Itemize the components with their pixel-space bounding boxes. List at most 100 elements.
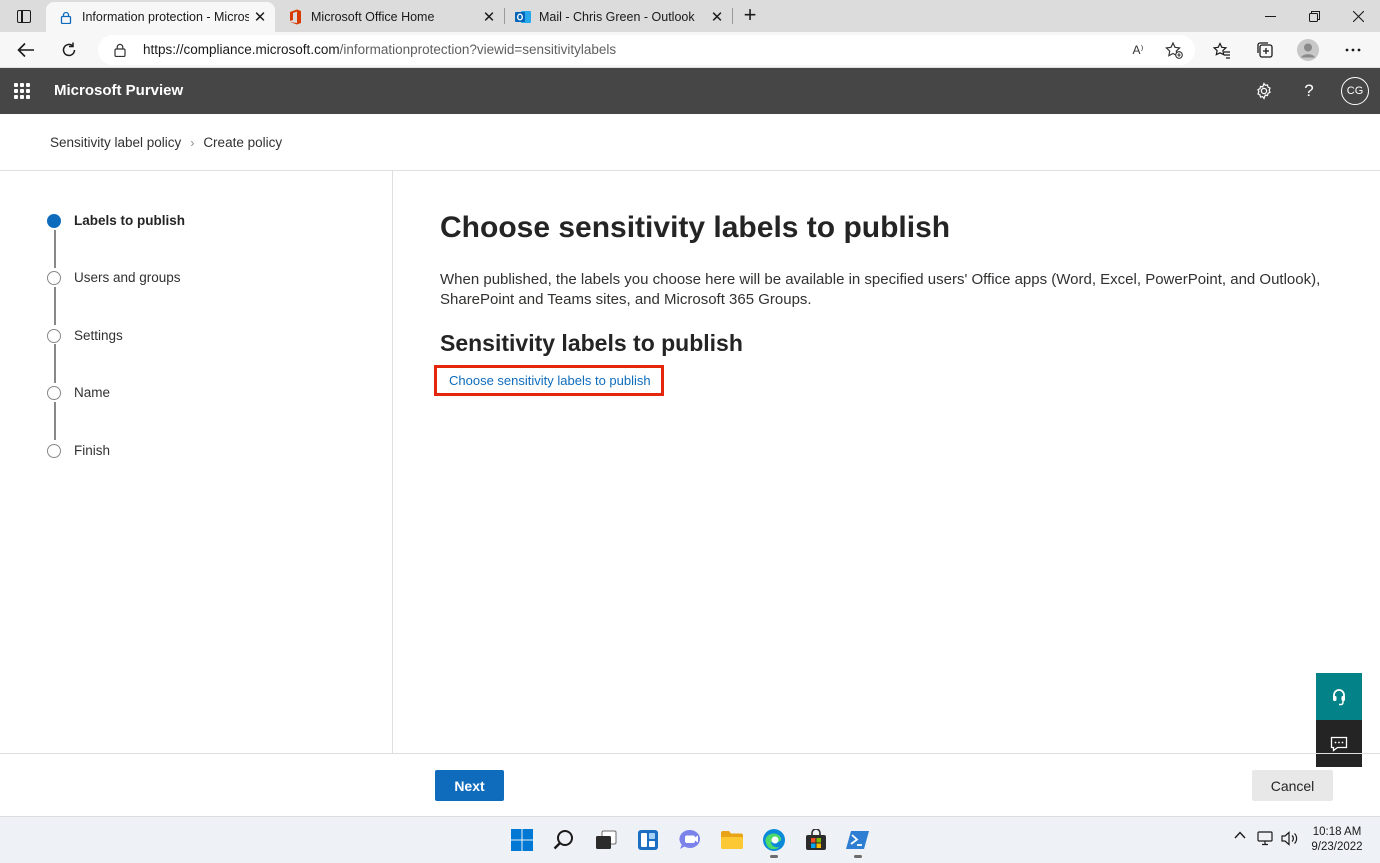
tab-title: Information protection - Microso xyxy=(82,10,249,24)
back-arrow-icon xyxy=(17,42,34,58)
volume-icon[interactable] xyxy=(1280,831,1300,846)
section-title: Sensitivity labels to publish xyxy=(440,330,743,356)
step-connector xyxy=(54,230,56,268)
step-labels-to-publish[interactable]: Labels to publish xyxy=(47,213,185,228)
windows-start-icon[interactable] xyxy=(507,825,537,855)
widgets-icon[interactable] xyxy=(633,825,663,855)
page-title: Choose sensitivity labels to publish xyxy=(440,211,951,244)
clock-date: 9/23/2022 xyxy=(1311,841,1363,853)
windows-taskbar: 10:18 AM 9/23/2022 xyxy=(0,816,1380,863)
step-connector xyxy=(54,287,56,325)
back-button[interactable] xyxy=(12,36,40,64)
office-icon xyxy=(287,9,303,25)
profile-button[interactable] xyxy=(1294,36,1322,64)
step-indicator-active xyxy=(47,213,61,228)
tab-separator xyxy=(732,8,733,24)
wizard-stepper: Labels to publish Users and groups Setti… xyxy=(0,171,393,753)
network-icon[interactable] xyxy=(1256,831,1276,846)
outlook-icon xyxy=(515,9,531,25)
app-title[interactable]: Microsoft Purview xyxy=(54,82,183,99)
feedback-button[interactable] xyxy=(1316,720,1362,767)
avatar[interactable]: CG xyxy=(1341,77,1369,105)
breadcrumb: Sensitivity label policy › Create policy xyxy=(50,135,282,150)
powershell-icon[interactable] xyxy=(843,825,873,858)
minimize-icon xyxy=(1264,15,1276,17)
more-dots-icon xyxy=(1345,48,1361,52)
cancel-button[interactable]: Cancel xyxy=(1252,770,1333,801)
step-connector xyxy=(54,402,56,440)
breadcrumb-current: Create policy xyxy=(203,135,283,150)
lock-icon[interactable] xyxy=(114,43,126,62)
browser-tab-outlook-mail[interactable]: Mail - Chris Green - Outlook ✕ xyxy=(503,2,732,32)
step-indicator xyxy=(47,385,61,400)
read-aloud-icon[interactable]: A⁾ xyxy=(1127,40,1149,60)
step-users-and-groups[interactable]: Users and groups xyxy=(47,270,181,285)
settings-more-button[interactable] xyxy=(1339,36,1367,64)
close-tab-icon[interactable]: ✕ xyxy=(478,6,500,28)
search-icon[interactable] xyxy=(549,825,579,855)
step-label: Finish xyxy=(74,443,111,458)
tab-actions-icon xyxy=(17,9,31,23)
browser-tab-information-protection[interactable]: Information protection - Microso ✕ xyxy=(46,2,275,32)
step-finish[interactable]: Finish xyxy=(47,443,110,458)
app-launcher-icon[interactable] xyxy=(14,83,30,99)
restore-button[interactable] xyxy=(1291,0,1337,32)
step-settings[interactable]: Settings xyxy=(47,328,123,343)
close-window-button[interactable] xyxy=(1335,0,1380,32)
help-support-button[interactable] xyxy=(1316,673,1362,720)
close-tab-icon[interactable]: ✕ xyxy=(706,6,728,28)
step-label: Name xyxy=(74,385,111,400)
tab-title: Mail - Chris Green - Outlook xyxy=(539,10,695,24)
step-indicator xyxy=(47,270,61,285)
favorites-button[interactable] xyxy=(1208,36,1236,64)
tab-actions-button[interactable] xyxy=(8,4,40,28)
taskbar-clock[interactable]: 10:18 AM 9/23/2022 xyxy=(1306,825,1368,855)
url-path: /informationprotection?viewid=sensitivit… xyxy=(339,42,617,57)
browser-tab-office-home[interactable]: Microsoft Office Home ✕ xyxy=(275,2,504,32)
edge-browser-icon[interactable] xyxy=(759,825,789,858)
refresh-icon xyxy=(62,42,76,57)
browser-toolbar: https://compliance.microsoft.com/informa… xyxy=(0,32,1380,68)
step-label: Settings xyxy=(74,328,123,343)
step-connector xyxy=(54,344,56,383)
restore-icon xyxy=(1308,10,1320,22)
step-name[interactable]: Name xyxy=(47,385,110,400)
microsoft-store-icon[interactable] xyxy=(801,825,831,855)
step-label: Labels to publish xyxy=(74,213,186,228)
minimize-button[interactable] xyxy=(1247,0,1293,32)
page-description: When published, the labels you choose he… xyxy=(440,271,1321,308)
choose-sensitivity-labels-link[interactable]: Choose sensitivity labels to publish xyxy=(434,365,664,396)
file-explorer-icon[interactable] xyxy=(717,825,747,855)
next-button[interactable]: Next xyxy=(435,770,504,801)
url-text[interactable]: https://compliance.microsoft.com/informa… xyxy=(143,42,616,57)
breadcrumb-parent-link[interactable]: Sensitivity label policy xyxy=(50,135,181,150)
profile-avatar-icon xyxy=(1297,39,1319,61)
footer-divider xyxy=(0,753,1380,754)
help-question-icon[interactable]: ? xyxy=(1297,79,1321,103)
collections-icon xyxy=(1257,42,1273,58)
gear-icon[interactable] xyxy=(1252,79,1276,103)
step-indicator xyxy=(47,328,61,343)
add-favorite-icon[interactable] xyxy=(1163,40,1185,60)
app-header: Microsoft Purview ? CG xyxy=(0,68,1380,114)
favorites-icon xyxy=(1213,41,1230,59)
address-bar[interactable]: https://compliance.microsoft.com/informa… xyxy=(98,35,1195,65)
chat-feedback-icon xyxy=(1330,736,1348,752)
headset-icon xyxy=(1333,688,1345,705)
show-hidden-icons-chevron-icon[interactable] xyxy=(1232,831,1248,839)
collections-button[interactable] xyxy=(1251,36,1279,64)
step-label: Users and groups xyxy=(74,270,181,285)
close-tab-icon[interactable]: ✕ xyxy=(249,6,271,28)
chevron-right-icon: › xyxy=(190,135,195,150)
task-view-icon[interactable] xyxy=(591,825,621,855)
step-indicator xyxy=(47,443,61,458)
refresh-button[interactable] xyxy=(55,36,83,64)
teams-chat-icon[interactable] xyxy=(675,825,705,855)
tab-title: Microsoft Office Home xyxy=(311,10,435,24)
new-tab-button[interactable]: + xyxy=(737,4,763,28)
url-host: https://compliance.microsoft.com xyxy=(143,42,340,57)
close-icon xyxy=(1352,10,1364,22)
browser-tab-strip: Information protection - Microso ✕ Micro… xyxy=(0,0,1380,32)
lock-icon xyxy=(58,9,74,25)
clock-time: 10:18 AM xyxy=(1312,826,1362,838)
